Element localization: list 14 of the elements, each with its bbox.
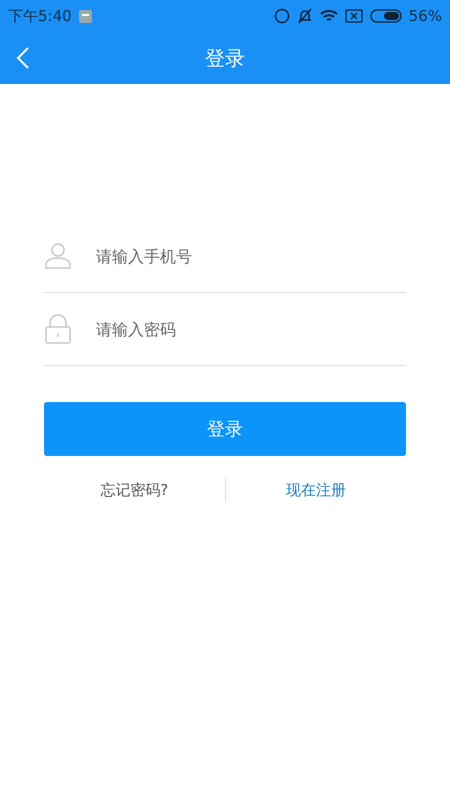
battery-percent: 56% <box>408 7 442 25</box>
bell-off-icon <box>296 8 313 24</box>
forgot-password-link[interactable]: 忘记密码? <box>100 480 168 500</box>
wifi-icon <box>320 9 338 23</box>
user-icon <box>44 242 72 270</box>
sim-off-icon <box>344 9 363 23</box>
battery-icon <box>370 9 402 23</box>
circle-icon <box>274 8 290 24</box>
login-button[interactable]: 登录 <box>44 402 406 456</box>
register-link[interactable]: 现在注册 <box>286 480 346 500</box>
page-title: 登录 <box>205 44 245 72</box>
lock-icon <box>44 314 72 344</box>
notification-icon <box>78 10 92 22</box>
status-time: 下午5:40 <box>8 6 72 26</box>
